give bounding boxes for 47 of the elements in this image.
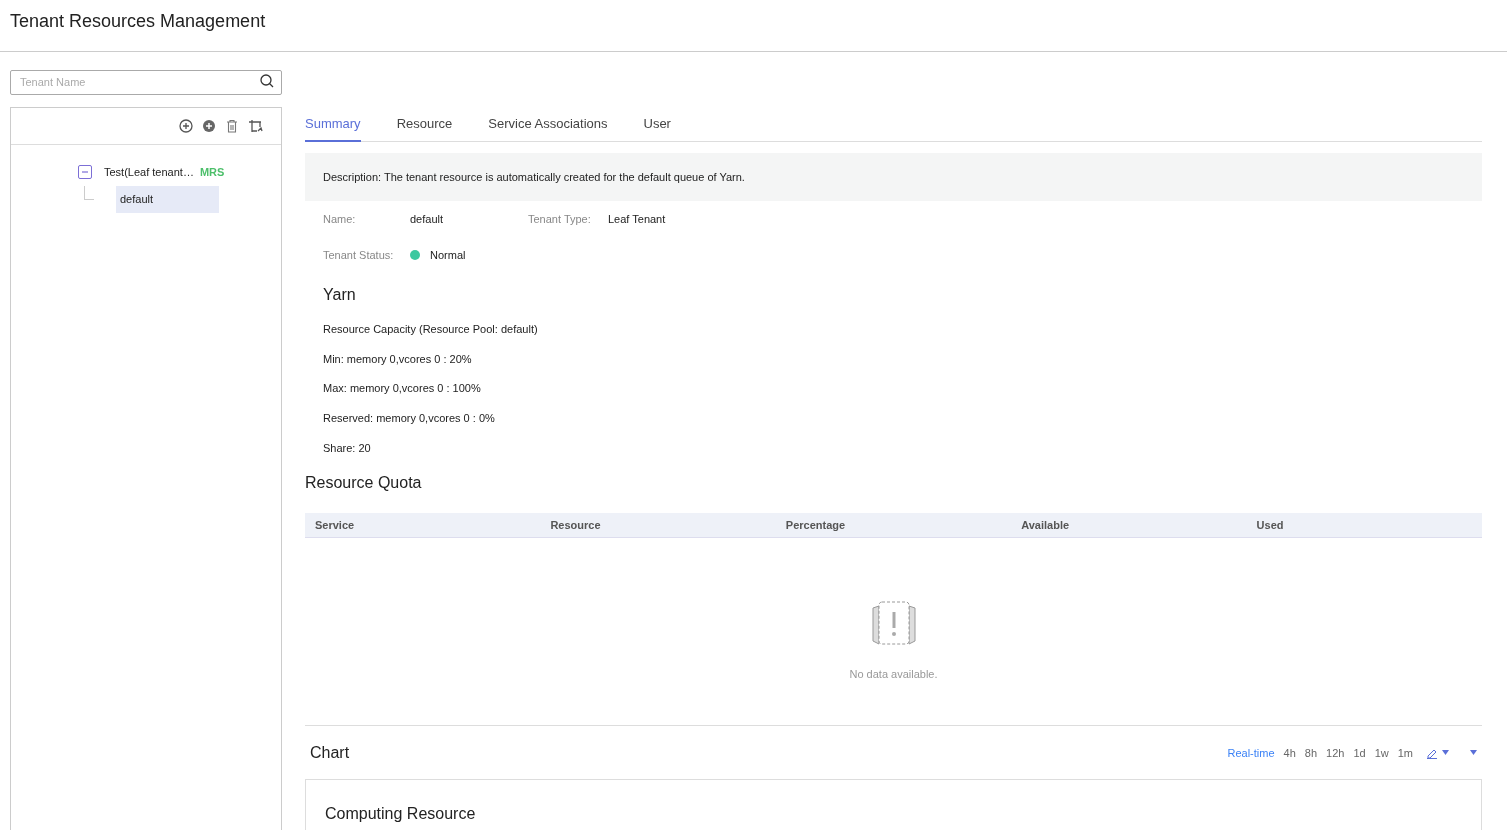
section-title: Resource Quota (305, 473, 423, 494)
field-value: default (410, 211, 444, 227)
tree-edit-icon[interactable] (248, 119, 264, 133)
time-range-option[interactable]: Real-time (1227, 744, 1275, 762)
column-header: Used (1255, 518, 1285, 534)
page-title: Tenant Resources Management (10, 10, 267, 33)
column-header: Percentage (784, 518, 847, 534)
column-header: Available (1020, 518, 1071, 534)
tab[interactable]: Service Associations (488, 114, 608, 142)
search-field[interactable]: Tenant Name (10, 69, 282, 95)
capacity-line: Reserved: memory 0,vcores 0 : 0% (323, 411, 496, 427)
field-label: Name: (323, 211, 357, 227)
capacity-line: Max: memory 0,vcores 0 : 100% (323, 381, 482, 397)
caret-icon[interactable] (1470, 750, 1477, 756)
tab[interactable]: Resource (396, 114, 453, 142)
tree-item[interactable]: default (116, 186, 219, 213)
time-range-option[interactable]: 1d (1353, 744, 1366, 762)
capacity-line: Min: memory 0,vcores 0 : 20% (323, 351, 473, 367)
field-value: Normal (430, 247, 466, 263)
time-range-option[interactable]: 1w (1374, 744, 1389, 762)
minus-icon (81, 168, 89, 176)
column-header: Service (314, 518, 356, 534)
empty-message: No data available. (849, 667, 938, 683)
tab[interactable]: Summary (305, 114, 361, 142)
tab[interactable]: User (643, 114, 671, 142)
trash-icon[interactable] (225, 119, 239, 133)
capacity-line: Resource Capacity (Resource Pool: default) (323, 322, 539, 337)
field-label: Tenant Type: (528, 211, 592, 227)
search-icon[interactable] (260, 74, 274, 88)
panel-title: Computing Resource (325, 804, 477, 825)
section-title: Yarn (323, 285, 357, 305)
capacity-line: Share: 20 (323, 440, 372, 456)
field-label: Tenant Status: (323, 247, 395, 263)
collapse-toggle[interactable] (78, 165, 92, 179)
section-title: Chart (310, 742, 350, 763)
add-filled-icon[interactable] (202, 119, 216, 133)
add-circle-icon[interactable] (179, 119, 193, 133)
field-value: Leaf Tenant (608, 211, 666, 227)
caret-icon (1442, 750, 1449, 756)
time-range-option[interactable]: 8h (1304, 744, 1318, 762)
tree-item[interactable]: Test(Leaf tenant… (100, 163, 198, 181)
time-range-option[interactable]: 12h (1326, 744, 1345, 762)
column-header: Resource (549, 518, 602, 534)
time-range-option[interactable]: 1m (1397, 744, 1413, 762)
service-tag: MRS (199, 163, 225, 181)
time-range-option[interactable]: 4h (1283, 744, 1296, 762)
description-banner: Description: The tenant resource is automatically created for the default queue of Yarn. (305, 153, 1482, 201)
